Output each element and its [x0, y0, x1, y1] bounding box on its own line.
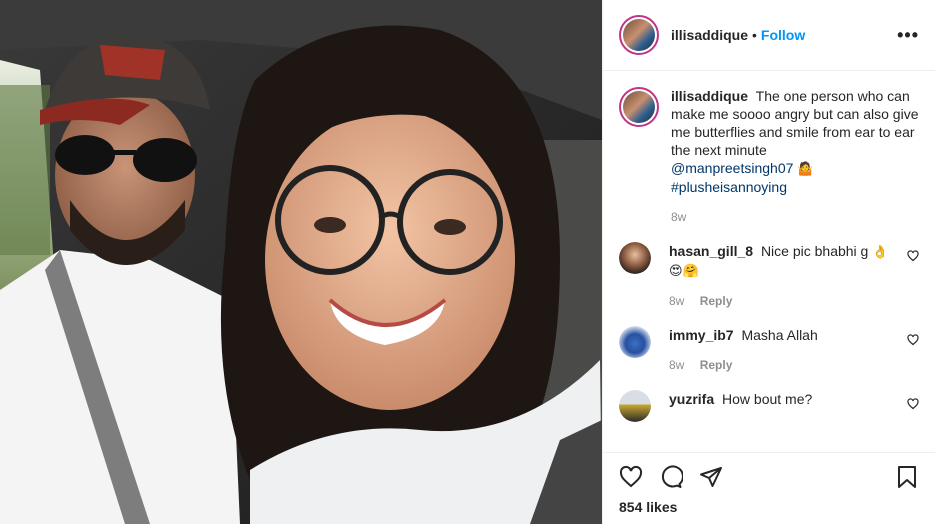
comment-item: hasan_gill_8 Nice pic bhabhi g 👌 😍🤗 8w R… [619, 242, 919, 310]
caption-time[interactable]: 8w [671, 210, 686, 224]
caption-avatar[interactable] [619, 87, 659, 127]
comment-text: Nice pic bhabhi g [760, 243, 869, 259]
instagram-post: illisaddique • Follow ••• illisaddique T… [0, 0, 935, 524]
post-photo[interactable] [0, 0, 602, 524]
comment-like-icon[interactable] [907, 334, 919, 346]
caption-mention[interactable]: @manpreetsingh07 [671, 160, 793, 176]
commenter-username[interactable]: hasan_gill_8 [669, 243, 753, 259]
comment-text: How bout me? [722, 391, 813, 407]
share-icon[interactable] [699, 465, 723, 489]
likes-count[interactable]: 854 likes [619, 499, 919, 515]
selfie-image [0, 0, 602, 524]
reply-button[interactable]: Reply [700, 358, 733, 372]
post-caption: illisaddique The one person who can make… [619, 87, 919, 226]
post-header: illisaddique • Follow ••• [603, 0, 935, 71]
author-username[interactable]: illisaddique [671, 27, 748, 43]
comment-time[interactable]: 8w [669, 358, 684, 372]
comment-like-icon[interactable] [907, 250, 919, 262]
caption-username[interactable]: illisaddique [671, 88, 748, 104]
post-actions: 854 likes [603, 452, 935, 524]
commenter-username[interactable]: yuzrifa [669, 391, 714, 407]
comment-text: Masha Allah [741, 327, 818, 343]
commenter-avatar[interactable] [619, 326, 651, 358]
commenter-avatar[interactable] [619, 390, 651, 422]
bookmark-icon[interactable] [895, 465, 919, 489]
follow-button[interactable]: Follow [761, 27, 805, 43]
separator-dot: • [752, 27, 757, 43]
action-icons [619, 461, 919, 493]
heart-icon[interactable] [619, 465, 643, 489]
post-sidebar: illisaddique • Follow ••• illisaddique T… [602, 0, 935, 524]
comment-emoji-line: 😍🤗 [669, 263, 699, 278]
comment-item: yuzrifa How bout me? [619, 390, 919, 422]
reply-button[interactable]: Reply [700, 294, 733, 308]
commenter-avatar[interactable] [619, 242, 651, 274]
comments-section[interactable]: illisaddique The one person who can make… [603, 71, 935, 452]
comment-like-icon[interactable] [907, 398, 919, 410]
comment-icon[interactable] [659, 465, 683, 489]
comment-time[interactable]: 8w [669, 294, 684, 308]
commenter-username[interactable]: immy_ib7 [669, 327, 734, 343]
caption-hashtag[interactable]: #plusheisannoying [671, 179, 787, 195]
shrug-emoji: 🤷 [797, 161, 814, 176]
ok-hand-emoji: 👌 [872, 244, 889, 259]
more-options-icon[interactable]: ••• [897, 25, 919, 46]
author-avatar[interactable] [619, 15, 659, 55]
comment-item: immy_ib7 Masha Allah 8w Reply [619, 326, 919, 374]
